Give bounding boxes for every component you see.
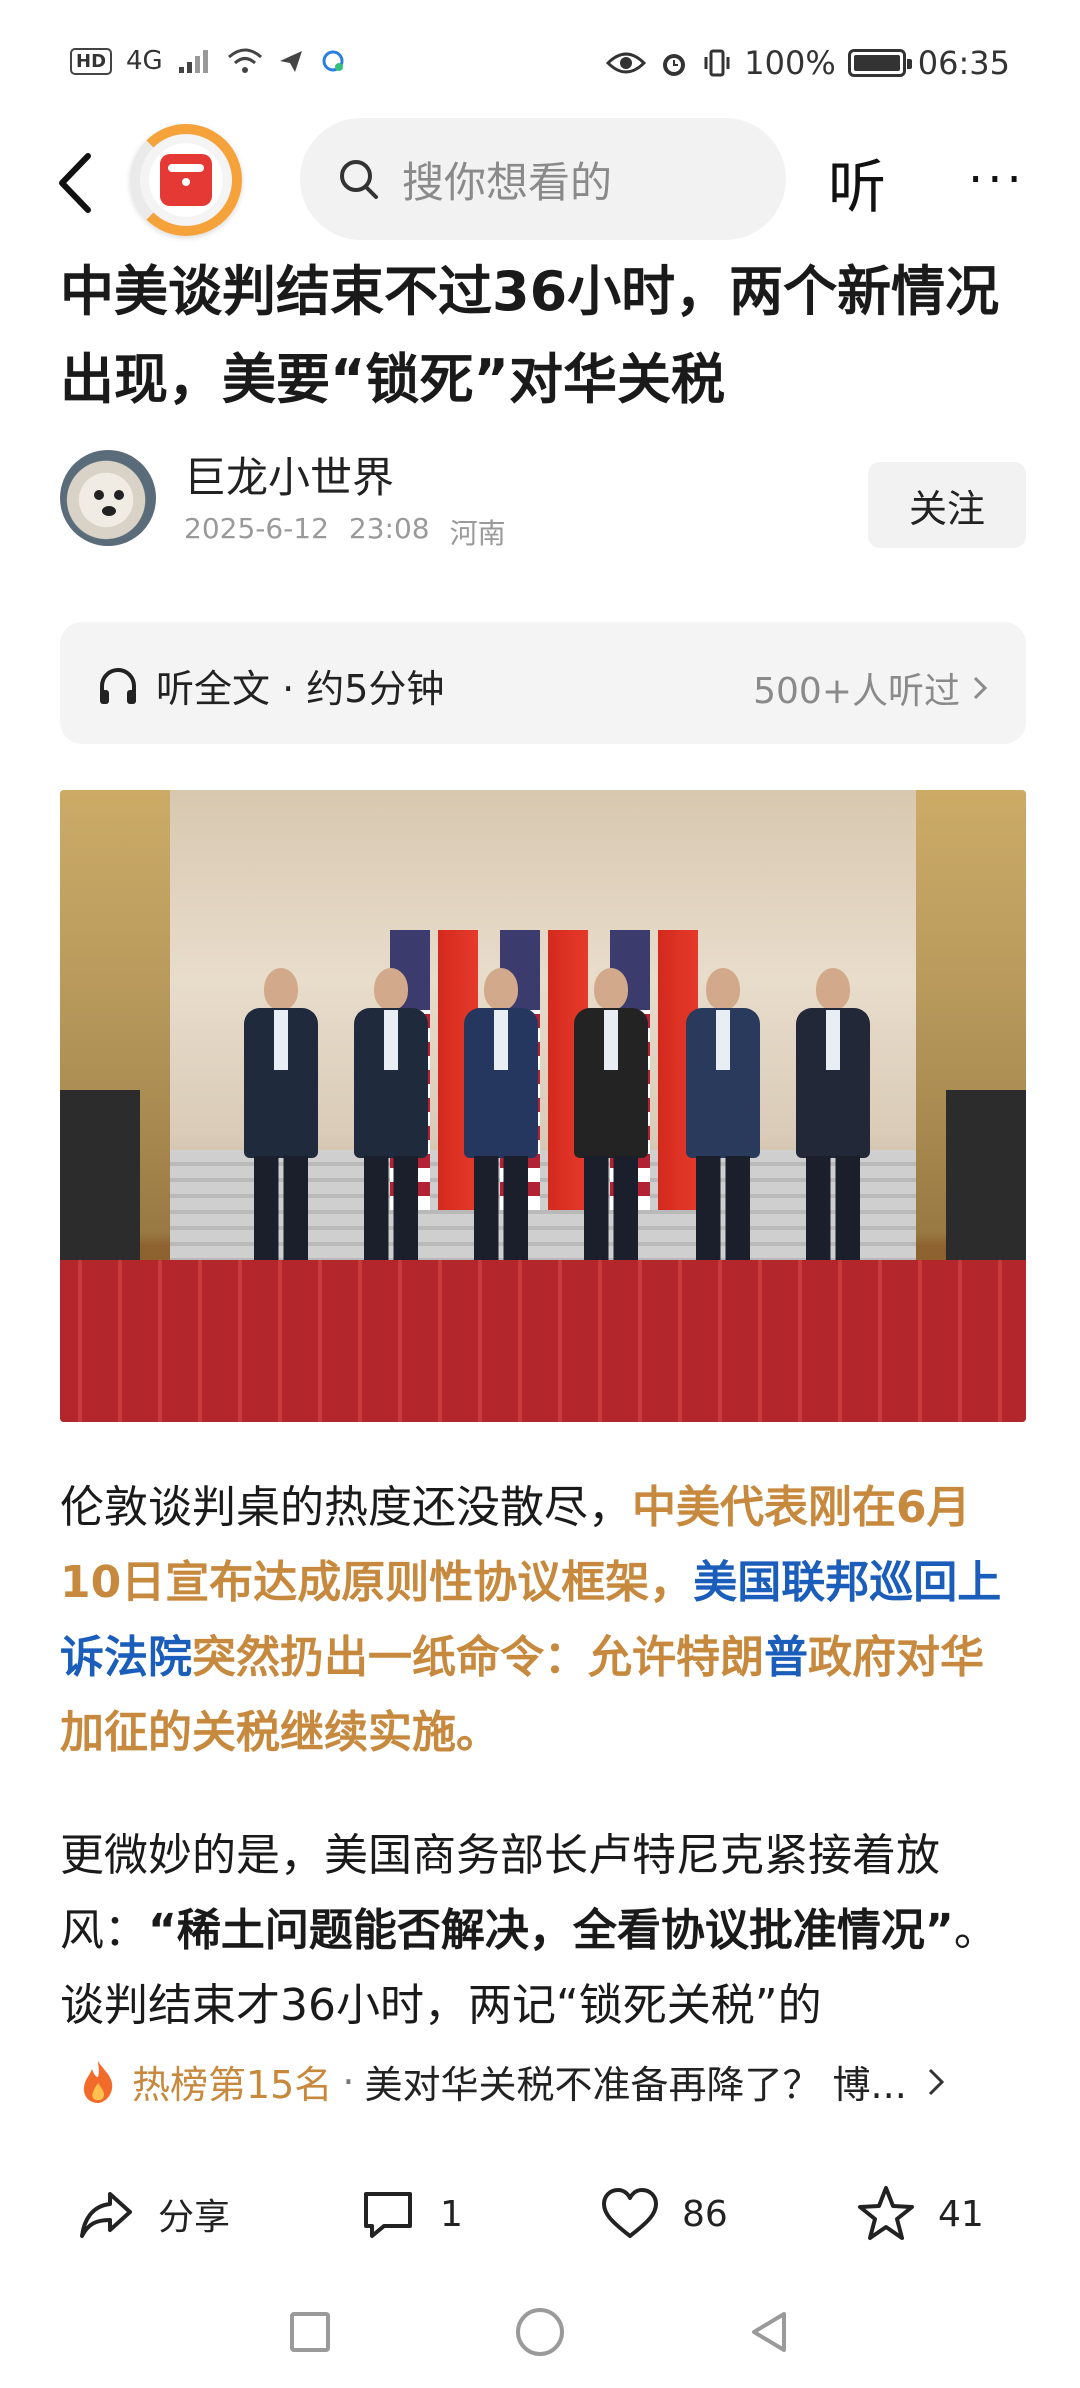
author-avatar[interactable] xyxy=(60,450,156,546)
hot-rank: 热榜第15名 xyxy=(132,2063,333,2107)
p1-text: 伦敦谈判桌的热度还没散尽， xyxy=(60,1482,632,1533)
delegate-figure xyxy=(238,968,324,1268)
listener-count: 500+人听过 xyxy=(753,671,960,712)
search-placeholder: 搜你想看的 xyxy=(402,157,613,207)
comment-count: 1 xyxy=(440,2193,463,2235)
back-triangle-icon[interactable] xyxy=(746,2308,794,2356)
comment-icon xyxy=(364,2192,412,2238)
comment-button[interactable]: 1 xyxy=(358,2184,463,2244)
search-bar[interactable]: 搜你想看的 xyxy=(300,118,786,240)
favorite-count: 41 xyxy=(938,2193,984,2235)
avatar-eye xyxy=(94,490,104,500)
chevron-right-icon xyxy=(973,676,988,700)
red-carpet xyxy=(60,1260,1026,1422)
star-icon xyxy=(858,2186,914,2240)
top-nav: 搜你想看的 听 ··· xyxy=(0,110,1080,250)
hd-badge: HD xyxy=(70,47,113,75)
delegate-figure xyxy=(790,968,876,1268)
heart-icon xyxy=(602,2188,658,2238)
paper-plane-icon xyxy=(279,51,302,72)
system-nav-bar xyxy=(0,2290,1080,2388)
author-meta: 2025-6-12 23:08 河南 xyxy=(184,512,506,552)
delegate-figure xyxy=(348,968,434,1268)
search-icon xyxy=(340,160,378,199)
logo-mark xyxy=(160,154,212,206)
alarm-icon xyxy=(663,54,686,76)
recents-button[interactable] xyxy=(290,2312,330,2352)
wifi-icon xyxy=(227,48,262,73)
follow-button[interactable]: 关注 xyxy=(868,462,1026,548)
battery-percent: 100% xyxy=(744,44,836,82)
delegate-figure xyxy=(680,968,766,1268)
clock: 06:35 xyxy=(917,44,1010,82)
article-photo[interactable] xyxy=(60,790,1026,1422)
app-logo[interactable] xyxy=(130,124,242,236)
status-left: HD 4G xyxy=(70,46,347,76)
p2-quote: “稀土问题能否解决，全看协议批准情况” xyxy=(148,1905,954,1956)
share-button[interactable]: 分享 xyxy=(76,2184,230,2244)
author-name[interactable]: 巨龙小世界 xyxy=(184,444,394,505)
avatar-nose xyxy=(102,506,116,516)
signal-icon xyxy=(178,50,208,73)
listen-label: 听全文 · 约5分钟 xyxy=(156,667,445,711)
delegate-figure xyxy=(458,968,544,1268)
cloud-app-icon xyxy=(322,50,344,72)
headphones-icon xyxy=(100,667,136,704)
hot-separator: · xyxy=(342,2059,355,2104)
paragraph-2: 更微妙的是，美国商务部长卢特尼克紧接着放风：“稀土问题能否解决，全看协议批准情况… xyxy=(60,1818,1026,2043)
home-button[interactable] xyxy=(516,2308,564,2356)
trump-link[interactable]: 普 xyxy=(764,1632,808,1683)
listen-right: 500+人听过 xyxy=(753,662,990,714)
hot-list-banner[interactable]: 热榜第15名 · 美对华关税不准备再降了？ 博... xyxy=(78,2054,1008,2109)
chevron-right-icon xyxy=(928,2068,944,2095)
action-bar: 分享 1 86 41 xyxy=(0,2160,1080,2270)
avatar-eye xyxy=(114,490,124,500)
p1-highlight: 突然扔出一纸命令：允许特朗 xyxy=(192,1632,764,1683)
vibrate-icon xyxy=(704,49,730,77)
more-menu-button[interactable]: ··· xyxy=(968,152,1026,208)
post-date: 2025-6-12 xyxy=(184,512,329,545)
listen-left: 听全文 · 约5分钟 xyxy=(96,658,444,713)
article-title: 中美谈判结束不过36小时，两个新情况出现，美要“锁死”对华关税 xyxy=(60,260,1000,411)
like-button[interactable]: 86 xyxy=(600,2184,728,2244)
battery-icon xyxy=(847,49,912,77)
share-icon xyxy=(80,2192,132,2238)
eye-icon xyxy=(606,52,647,74)
like-count: 86 xyxy=(682,2193,728,2235)
listen-full-text-bar[interactable]: 听全文 · 约5分钟 500+人听过 xyxy=(60,622,1026,744)
battery-fill xyxy=(853,55,900,71)
share-label: 分享 xyxy=(158,2197,231,2238)
post-location: 河南 xyxy=(449,517,506,550)
favorite-button[interactable]: 41 xyxy=(856,2184,984,2244)
status-right: 100% 06:35 xyxy=(606,44,1010,82)
paragraph-1: 伦敦谈判桌的热度还没散尽，中美代表刚在6月10日宣布达成原则性协议框架，美国联邦… xyxy=(60,1470,1026,1770)
hot-headline: 美对华关税不准备再降了？ 博... xyxy=(364,2063,907,2107)
flame-icon xyxy=(83,2060,113,2103)
back-arrow-icon[interactable] xyxy=(48,148,108,218)
listen-button[interactable]: 听 xyxy=(828,140,886,224)
post-time: 23:08 xyxy=(348,512,430,545)
network-label: 4G xyxy=(126,46,163,76)
delegate-figure xyxy=(568,968,654,1268)
